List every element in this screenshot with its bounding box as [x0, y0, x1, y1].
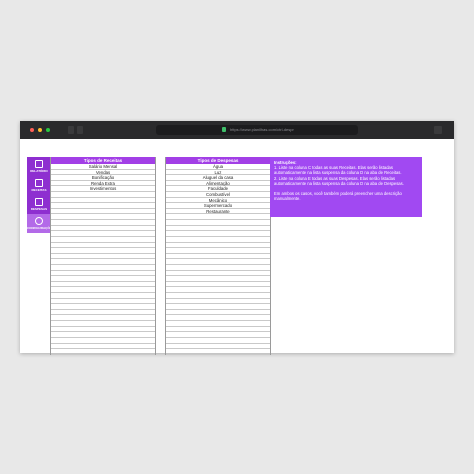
instructions-line-1: 1. Liste na coluna C todas as suas Recei…	[274, 165, 402, 176]
browser-window: https://www.planilhas.com/ctrl-despr REL…	[20, 121, 454, 355]
instructions-panel: Instruções: 1. Liste na coluna C todas a…	[270, 157, 422, 217]
sidebar-item-label: CONFIGURAÇÕES	[27, 226, 54, 230]
address-bar[interactable]: https://www.planilhas.com/ctrl-despr	[156, 125, 358, 135]
browser-titlebar: https://www.planilhas.com/ctrl-despr	[20, 121, 454, 139]
instructions-line-3: Em ambos os casos, você também poderá pr…	[274, 191, 402, 202]
browser-menu-icon[interactable]	[434, 126, 442, 134]
sidebar-item-label: DESPESAS	[30, 207, 48, 211]
forward-icon[interactable]	[77, 126, 83, 134]
sidebar-item-label: RECEITAS	[31, 188, 47, 192]
back-icon[interactable]	[68, 126, 74, 134]
receitas-table: Tipos de Receitas Salário Mensal Vendas Bo…	[50, 157, 156, 355]
url-text: https://www.planilhas.com/ctrl-despr	[230, 127, 294, 132]
sidebar-item-receitas[interactable]: RECEITAS	[27, 176, 51, 195]
maximize-window-button[interactable]	[46, 128, 50, 132]
sidebar-item-label: RELATÓRIO	[30, 169, 48, 173]
despesas-header: Tipos de Despesas	[166, 157, 270, 164]
close-window-button[interactable]	[30, 128, 34, 132]
sidebar-item-relatorio[interactable]: RELATÓRIO	[27, 157, 51, 176]
gear-icon	[35, 217, 43, 225]
despesas-row[interactable]	[166, 349, 270, 355]
lock-icon	[222, 127, 226, 132]
instructions-line-2: 2. Liste na coluna E todas as suas Despe…	[274, 175, 404, 186]
receitas-row[interactable]	[51, 349, 155, 355]
sidebar-item-configuracoes[interactable]: CONFIGURAÇÕES	[27, 214, 54, 233]
income-icon	[35, 179, 43, 187]
despesas-table: Tipos de Despesas Água Luz Aluguel da casa…	[165, 157, 271, 355]
expenses-icon	[35, 198, 43, 206]
sidebar: RELATÓRIO RECEITAS DESPESAS CONFIGURAÇÕE…	[27, 157, 54, 233]
report-icon	[35, 160, 43, 168]
sidebar-item-despesas[interactable]: DESPESAS	[27, 195, 51, 214]
receitas-header: Tipos de Receitas	[51, 157, 155, 164]
minimize-window-button[interactable]	[38, 128, 42, 132]
